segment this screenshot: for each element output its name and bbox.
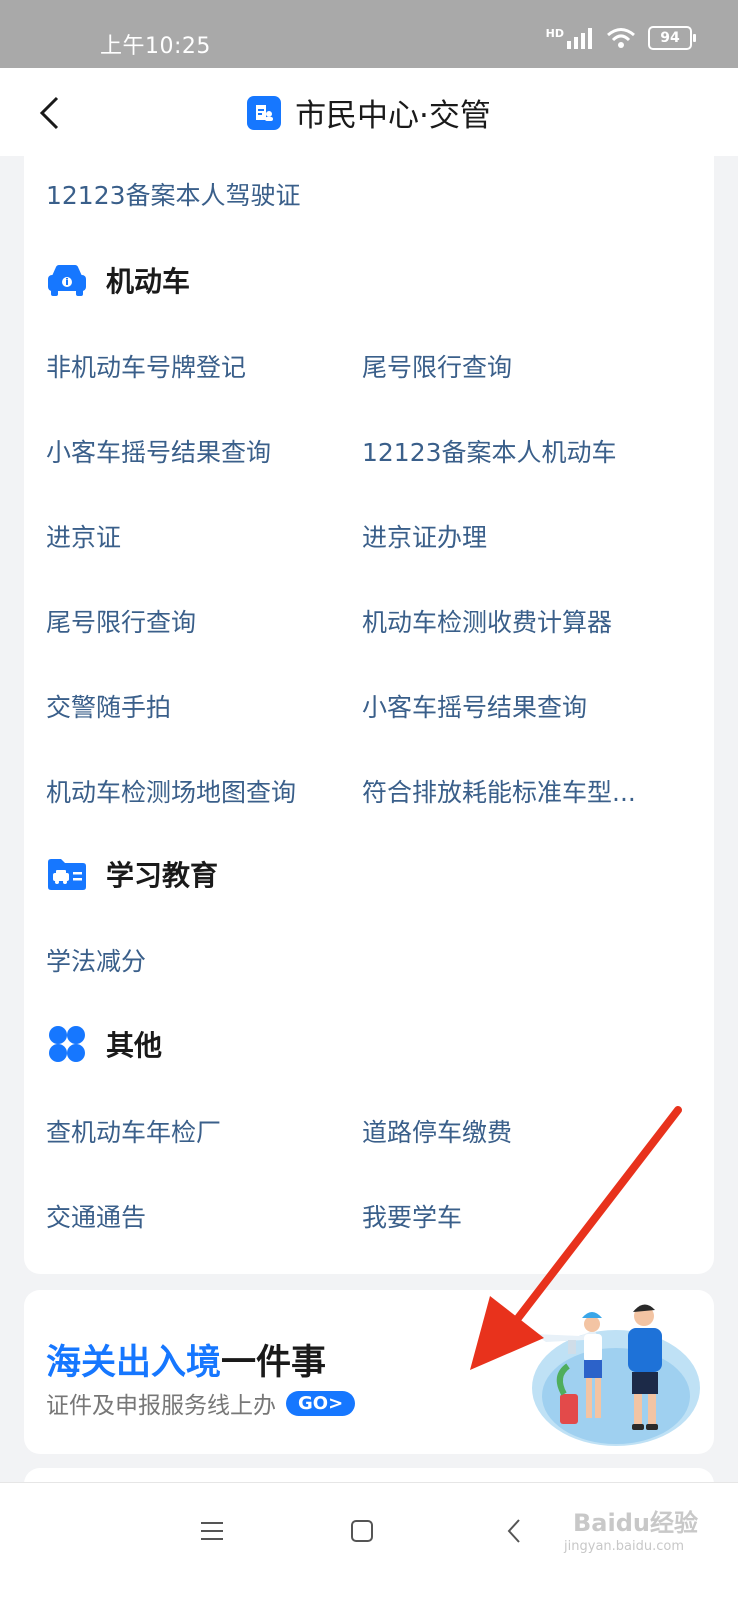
four-petal-icon (49, 1026, 85, 1062)
go-button[interactable]: GO> (286, 1390, 356, 1416)
section-header-vehicle: 机动车 (46, 260, 190, 300)
service-link[interactable]: 机动车检测收费计算器 (362, 603, 612, 639)
status-bar: 上午10:25 HD 94 (0, 0, 738, 68)
watermark: Baidu经验 (573, 1509, 698, 1537)
banner-subtitle: 证件及申报服务线上办 (46, 1393, 276, 1419)
service-link[interactable]: 非机动车号牌登记 (46, 348, 246, 384)
signal-icon (567, 28, 592, 49)
banner-subtitle-row: 证件及申报服务线上办 GO> (46, 1386, 356, 1420)
battery-indicator: 94 (648, 26, 696, 50)
service-link[interactable]: 进京证办理 (362, 518, 487, 554)
banner-title: 海关出入境一件事 (46, 1334, 326, 1385)
network-label: HD (545, 26, 564, 40)
section-header-education: 学习教育 (46, 854, 218, 894)
system-nav-bar: Baidu经验 jingyan.baidu.com (0, 1482, 738, 1601)
banner-title-rest: 一件事 (221, 1343, 327, 1383)
menu-button[interactable] (192, 1511, 232, 1551)
wifi-icon (607, 28, 635, 48)
square-home-icon (351, 1520, 373, 1542)
service-link[interactable]: 交警随手拍 (46, 688, 171, 724)
service-link[interactable]: 小客车摇号结果查询 (46, 433, 271, 469)
menu-icon (201, 1522, 223, 1540)
status-time: 上午10:25 (100, 34, 211, 59)
service-link[interactable]: 进京证 (46, 518, 121, 554)
car-icon (48, 265, 86, 296)
home-button[interactable] (342, 1511, 382, 1551)
service-link[interactable]: 查机动车年检厂 (46, 1113, 221, 1149)
section-title-vehicle: 机动车 (106, 265, 191, 298)
banner-title-highlight: 海关出入境 (46, 1343, 222, 1383)
service-link-license[interactable]: 12123备案本人驾驶证 (46, 176, 301, 212)
service-link[interactable]: 12123备案本人机动车 (362, 433, 617, 469)
status-icons: HD 94 (545, 26, 696, 50)
service-link[interactable]: 学法减分 (46, 942, 146, 978)
section-title-education: 学习教育 (106, 859, 219, 892)
folder-car-icon (48, 859, 86, 890)
service-list-card: 12123备案本人驾驶证 机动车 非机动车号牌登记 尾号限行查询 小客车摇号结果… (24, 140, 714, 1274)
page-title: 市民中心·交管 (295, 98, 491, 134)
service-link[interactable]: 小客车摇号结果查询 (362, 688, 587, 724)
watermark-url: jingyan.baidu.com (564, 1539, 684, 1554)
service-logo-icon (247, 95, 282, 130)
service-link[interactable]: 符合排放耗能标准车型... (362, 773, 636, 809)
service-link[interactable]: 机动车检测场地图查询 (46, 773, 296, 809)
system-back-button[interactable] (494, 1511, 534, 1551)
section-title-other: 其他 (106, 1029, 163, 1062)
customs-banner[interactable]: 海关出入境一件事 证件及申报服务线上办 GO> (24, 1290, 714, 1454)
section-header-other: 其他 (46, 1024, 162, 1064)
chevron-left-icon (507, 1519, 520, 1543)
service-link[interactable]: 交通通告 (46, 1198, 146, 1234)
service-link[interactable]: 道路停车缴费 (362, 1113, 512, 1149)
service-link[interactable]: 尾号限行查询 (46, 603, 196, 639)
title-wrap: 市民中心·交管 (0, 90, 738, 135)
service-link[interactable]: 我要学车 (362, 1198, 462, 1234)
travelers-illustration-icon (532, 1304, 700, 1446)
service-link[interactable]: 尾号限行查询 (362, 348, 512, 384)
